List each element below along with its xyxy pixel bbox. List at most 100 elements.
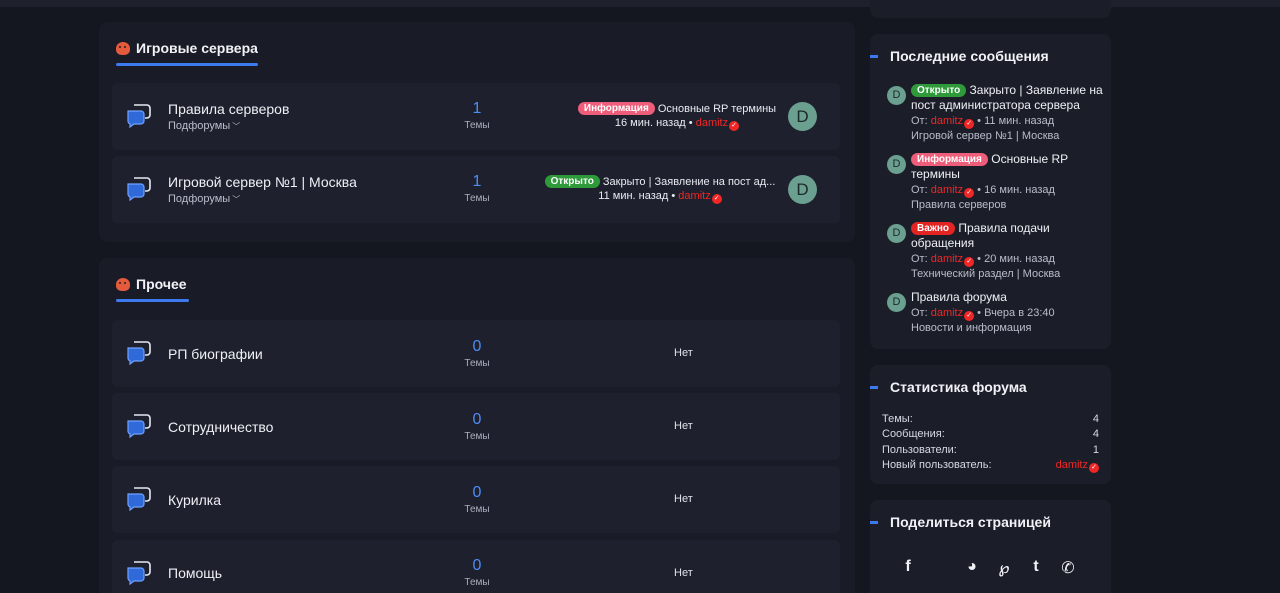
- latest-post-forum[interactable]: Правила серверов: [911, 199, 1006, 211]
- last-post[interactable]: Открыто Закрыто | Заявление на пост ад..…: [544, 175, 776, 204]
- thread-count: 0 Темы: [452, 338, 502, 369]
- widget-title: Статистика форума: [870, 379, 1027, 395]
- thread-count: 0 Темы: [452, 411, 502, 442]
- subforums-toggle[interactable]: Подфорумы ﹀: [168, 193, 240, 205]
- post-time: 11 мин. назад: [984, 115, 1055, 127]
- avatar[interactable]: D: [887, 86, 906, 105]
- share-widget: Поделиться страницей f ◕ ℘ t ✆: [870, 500, 1111, 593]
- latest-post-heading: Важно Правила подачи обращения: [911, 221, 1106, 251]
- thread-count-value: 1: [472, 173, 482, 190]
- forum-node[interactable]: Сотрудничество 0 Темы Нет: [112, 393, 840, 460]
- prefix-badge-open: Открыто: [911, 84, 967, 97]
- last-post[interactable]: Информация Основные RP термины 16 мин. н…: [562, 102, 792, 131]
- verified-icon: ✓: [1089, 463, 1099, 473]
- latest-post-forum[interactable]: Игровой сервер №1 | Москва: [911, 130, 1059, 142]
- latest-post-heading: Правила форума: [911, 290, 1106, 305]
- latest-post-title[interactable]: Правила форума: [911, 290, 1007, 304]
- new-user-link[interactable]: damitz: [1056, 459, 1088, 471]
- last-post-user[interactable]: damitz: [696, 117, 728, 129]
- thread-count-label: Темы: [464, 358, 490, 369]
- verified-icon: ✓: [729, 121, 740, 131]
- subforums-toggle[interactable]: Подфорумы ﹀: [168, 120, 240, 132]
- last-post-none: Нет: [674, 567, 693, 579]
- thread-count: 0 Темы: [452, 484, 502, 515]
- forum-title[interactable]: РП биографии: [168, 346, 263, 362]
- thread-count-value: 0: [472, 411, 482, 428]
- verified-icon: ✓: [964, 257, 975, 267]
- latest-post-heading: Открыто Закрыто | Заявление на пост адми…: [911, 83, 1106, 113]
- thread-count-value: 1: [472, 100, 482, 117]
- category-title: Игровые сервера: [136, 40, 258, 56]
- from-label: От:: [911, 253, 928, 265]
- latest-post-meta: От: damitz ✓ • 11 мин. назад: [911, 115, 1055, 129]
- category-underline: [116, 299, 189, 302]
- reddit-icon[interactable]: ◕: [964, 558, 980, 578]
- post-user[interactable]: damitz: [931, 253, 963, 265]
- category-title: Прочее: [136, 276, 187, 292]
- prefix-badge-info: Информация: [577, 102, 655, 115]
- last-post-title[interactable]: Закрыто | Заявление на пост ад...: [603, 176, 775, 188]
- from-label: От:: [911, 115, 928, 127]
- latest-post-forum[interactable]: Новости и информация: [911, 322, 1031, 334]
- verified-icon: ✓: [711, 194, 722, 204]
- post-user[interactable]: damitz: [931, 184, 963, 196]
- post-user[interactable]: damitz: [931, 307, 963, 319]
- latest-post-meta: От: damitz ✓ • Вчера в 23:40: [911, 307, 1055, 321]
- stat-row: Пользователи: 1: [882, 444, 1099, 456]
- forum-node[interactable]: Курилка 0 Темы Нет: [112, 466, 840, 533]
- forum-node[interactable]: Правила серверов Подфорумы ﹀ 1 Темы Инфор…: [112, 83, 840, 150]
- category-block-game-servers: Игровые сервера Правила серверов Подфору…: [99, 22, 855, 242]
- forum-title[interactable]: Курилка: [168, 492, 221, 508]
- category-header[interactable]: Прочее: [116, 276, 189, 302]
- avatar[interactable]: D: [788, 102, 817, 131]
- thread-count-label: Темы: [464, 120, 490, 131]
- avatar[interactable]: D: [887, 293, 906, 312]
- latest-post-meta: От: damitz ✓ • 16 мин. назад: [911, 184, 1055, 198]
- forum-chat-icon: [127, 341, 151, 366]
- thread-count: 1 Темы: [452, 173, 502, 204]
- last-post-time: 11 мин. назад: [598, 190, 669, 202]
- post-time: 20 мин. назад: [984, 253, 1055, 265]
- last-post-none: Нет: [674, 347, 693, 359]
- last-post-none: Нет: [674, 493, 693, 505]
- prefix-badge-info: Информация: [911, 153, 988, 166]
- post-time: Вчера в 23:40: [984, 307, 1055, 319]
- forum-title[interactable]: Игровой сервер №1 | Москва: [168, 174, 357, 190]
- forum-stats-widget: Статистика форума Темы: 4 Сообщения: 4 Пол…: [870, 365, 1111, 484]
- thread-count-value: 0: [472, 484, 482, 501]
- post-user[interactable]: damitz: [931, 115, 963, 127]
- thread-count: 0 Темы: [452, 557, 502, 588]
- whatsapp-icon[interactable]: ✆: [1060, 558, 1076, 578]
- share-icons: f ◕ ℘ t ✆: [900, 558, 1076, 578]
- last-post-user[interactable]: damitz: [678, 190, 710, 202]
- category-header[interactable]: Игровые сервера: [116, 40, 258, 66]
- subforums-label: Подфорумы: [168, 120, 231, 132]
- facebook-icon[interactable]: f: [900, 558, 916, 578]
- forum-node[interactable]: Игровой сервер №1 | Москва Подфорумы ﹀ 1 …: [112, 156, 840, 223]
- forum-title[interactable]: Правила серверов: [168, 101, 289, 117]
- tumblr-icon[interactable]: t: [1028, 558, 1044, 578]
- stat-row: Темы: 4: [882, 413, 1099, 425]
- forum-node[interactable]: Помощь 0 Темы Нет: [112, 540, 840, 593]
- forum-title[interactable]: Сотрудничество: [168, 419, 273, 435]
- last-post-title[interactable]: Основные RP термины: [658, 103, 776, 115]
- category-underline: [116, 63, 258, 66]
- pinterest-icon[interactable]: ℘: [996, 558, 1012, 578]
- stat-row: Сообщения: 4: [882, 428, 1099, 440]
- latest-post-forum[interactable]: Технический раздел | Москва: [911, 268, 1060, 280]
- thread-count: 1 Темы: [452, 100, 502, 131]
- stat-row: Новый пользователь: damitz ✓: [882, 459, 1099, 473]
- chevron-down-icon: ﹀: [232, 195, 241, 204]
- category-block-other: Прочее РП биографии 0 Темы Нет Сотруднич…: [99, 258, 855, 593]
- chevron-down-icon: ﹀: [232, 122, 241, 131]
- forum-node[interactable]: РП биографии 0 Темы Нет: [112, 320, 840, 387]
- verified-icon: ✓: [964, 311, 975, 321]
- stat-value: 4: [1092, 428, 1099, 440]
- forum-title[interactable]: Помощь: [168, 565, 222, 581]
- avatar[interactable]: D: [788, 175, 817, 204]
- from-label: От:: [911, 307, 928, 319]
- stat-label: Темы:: [882, 413, 913, 425]
- avatar[interactable]: D: [887, 155, 906, 174]
- widget-title: Поделиться страницей: [870, 514, 1051, 530]
- avatar[interactable]: D: [887, 224, 906, 243]
